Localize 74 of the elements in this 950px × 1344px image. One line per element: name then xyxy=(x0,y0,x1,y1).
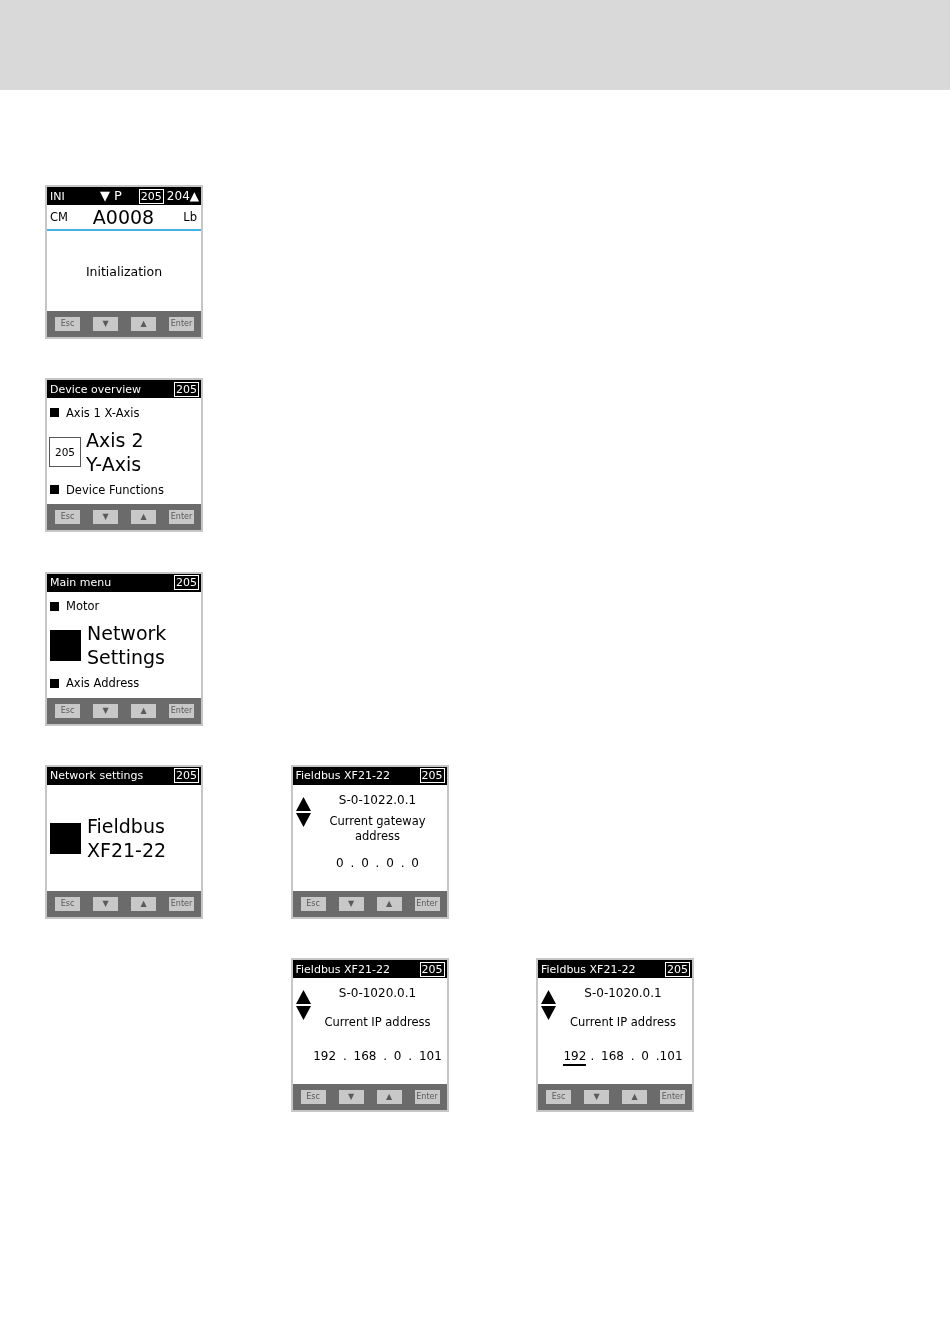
square-bullet-icon xyxy=(50,485,59,495)
device-code: A0008 xyxy=(92,206,155,228)
keypad-button[interactable]: ▼ xyxy=(338,896,364,911)
screen-title: Fieldbus XF21-22 xyxy=(295,769,390,783)
parameter-description: Current IP address xyxy=(324,1014,431,1030)
parameter-description: Current gateway address xyxy=(328,813,427,844)
screen-title: Main menu xyxy=(50,576,112,589)
screen-title: Device overview xyxy=(50,382,141,396)
mode-label: INI xyxy=(50,189,65,203)
keypad-button[interactable]: ▲ xyxy=(622,1090,647,1104)
keypad-button[interactable]: Esc xyxy=(55,317,80,331)
status-message: Initialization xyxy=(85,263,163,279)
axis-address: 205 xyxy=(665,961,690,977)
square-bullet-icon xyxy=(50,601,59,611)
parameter-id: S-0-1020.0.1 xyxy=(584,985,662,1001)
up-down-arrows-icon xyxy=(295,990,311,1020)
keypad-button[interactable]: Enter xyxy=(660,1090,685,1104)
parameter-description: Current IP address xyxy=(570,1014,676,1030)
keypad-button[interactable]: ▲ xyxy=(376,896,402,911)
keypad-button[interactable]: ▲ xyxy=(131,703,156,718)
screen-title: Fieldbus XF21-22 xyxy=(541,962,636,976)
square-icon xyxy=(50,822,81,854)
keypad-button[interactable]: Esc xyxy=(55,703,80,718)
menu-item[interactable]: Device Functions xyxy=(50,481,198,498)
axis-address: 205 xyxy=(419,768,445,784)
axis-address: 205 xyxy=(174,381,199,397)
keypad-button[interactable]: Enter xyxy=(169,317,194,331)
address-value: 192 xyxy=(563,1048,587,1066)
menu-item[interactable]: Axis 1 X-Axis xyxy=(50,404,198,421)
unit-label: Lb xyxy=(183,210,197,224)
address-value: . 168 . 0 .101 xyxy=(590,1048,683,1064)
parameter-id: S-0-1022.0.1 xyxy=(338,791,417,808)
keypad-button[interactable]: ▼ xyxy=(338,1090,364,1104)
keypad-button[interactable]: Esc xyxy=(300,896,326,911)
address-value: 0 . 0 . 0 . 0 xyxy=(336,854,419,871)
parameter-id: S-0-1020.0.1 xyxy=(338,985,417,1001)
keypad-button[interactable]: ▼ xyxy=(584,1090,609,1104)
keypad-button[interactable]: ▲ xyxy=(376,1090,402,1104)
keypad-button[interactable]: ▲ xyxy=(131,317,156,331)
keypad-button[interactable]: ▲ xyxy=(131,896,156,911)
keypad-button[interactable]: ▲ xyxy=(131,510,156,525)
screen-title: Fieldbus XF21-22 xyxy=(295,962,390,976)
axis-address: 205 xyxy=(174,768,199,784)
keypad-button[interactable]: Esc xyxy=(55,510,80,525)
next-axis-label: 204▲ xyxy=(166,188,199,204)
menu-item[interactable]: Axis Address xyxy=(50,675,198,691)
keypad-button[interactable]: Esc xyxy=(55,896,80,911)
axis-address: 205 xyxy=(419,961,445,977)
axis-number-tile: 205 xyxy=(49,436,81,467)
keypad-button[interactable]: ▼ xyxy=(93,896,118,911)
menu-item[interactable]: Network Settings xyxy=(50,621,198,669)
menu-item[interactable]: Motor xyxy=(50,598,198,614)
menu-item[interactable]: Fieldbus XF21-22 xyxy=(50,814,198,863)
keypad-button[interactable]: Esc xyxy=(300,1090,326,1104)
axis-address: 205 xyxy=(174,575,199,590)
device-type-label: CM xyxy=(50,210,69,224)
keypad-button[interactable]: Enter xyxy=(169,703,194,718)
square-icon xyxy=(50,629,81,661)
keypad-button[interactable]: Enter xyxy=(414,896,440,911)
keypad-button[interactable]: Enter xyxy=(169,896,194,911)
square-bullet-icon xyxy=(50,408,59,418)
axis-address: 205 xyxy=(138,188,164,204)
keypad-button[interactable]: ▼ xyxy=(93,510,118,525)
direction-label: ▼ P xyxy=(99,188,122,204)
keypad-button[interactable]: Enter xyxy=(169,510,194,525)
screen-title: Network settings xyxy=(50,769,144,783)
up-down-arrows-icon xyxy=(541,990,556,1020)
keypad-button[interactable]: ▼ xyxy=(93,317,118,331)
address-value: 192 . 168 . 0 . 101 xyxy=(313,1048,442,1064)
keypad-button[interactable]: Enter xyxy=(414,1090,440,1104)
keypad-button[interactable]: Esc xyxy=(546,1090,571,1104)
keypad-button[interactable]: ▼ xyxy=(93,703,118,718)
up-down-arrows-icon xyxy=(295,796,311,827)
square-bullet-icon xyxy=(50,678,59,688)
